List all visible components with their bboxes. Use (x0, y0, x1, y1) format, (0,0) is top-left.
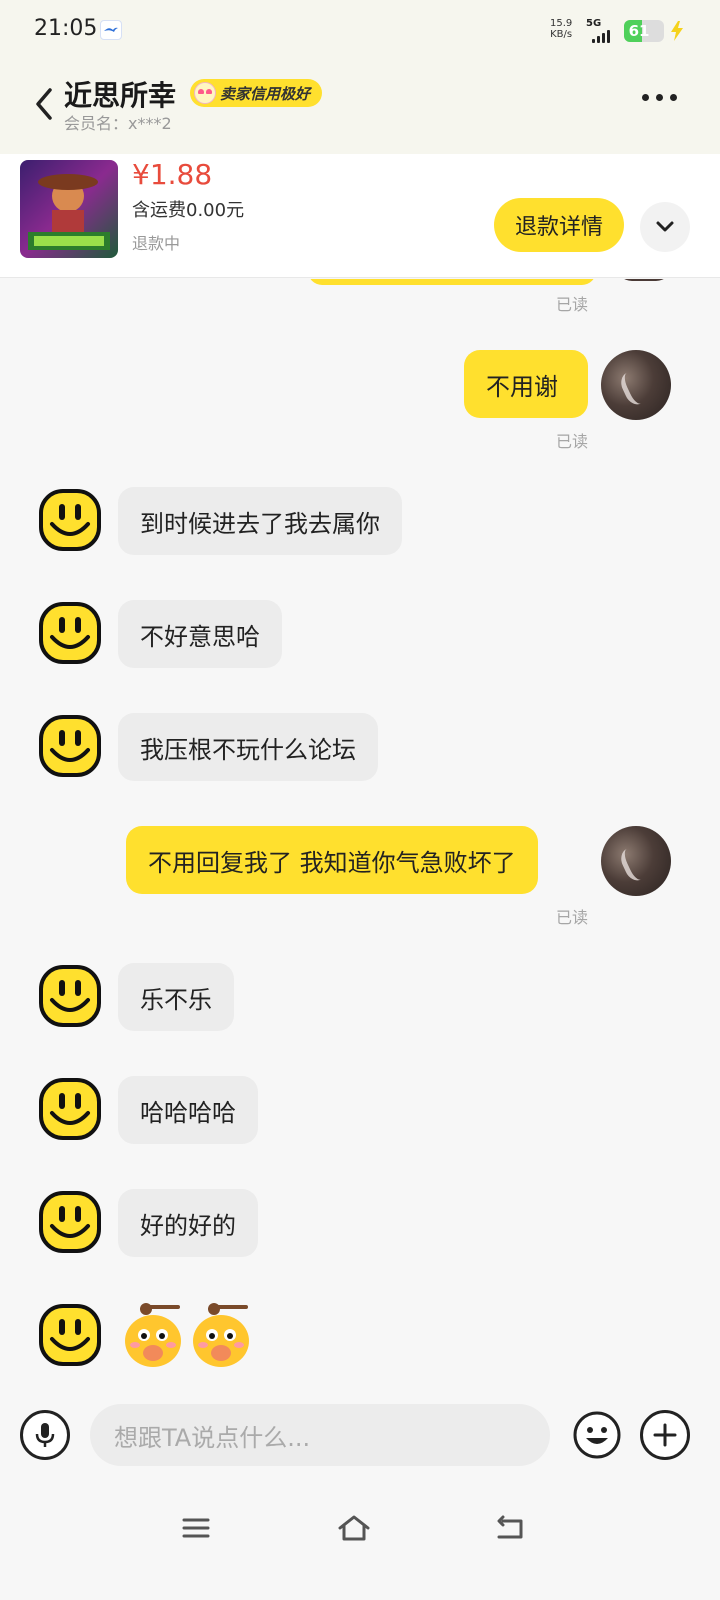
seller-avatar[interactable] (38, 601, 102, 665)
heart-eyes-icon (194, 82, 216, 104)
order-status: 退款中 (132, 234, 181, 253)
menu-icon (182, 1518, 210, 1538)
message-bubble-received[interactable]: 好的好的 (118, 1189, 258, 1257)
credit-badge-label: 卖家信用极好 (220, 84, 311, 103)
my-avatar[interactable] (601, 826, 671, 896)
shy-salute-emoji-icon[interactable] (190, 1301, 252, 1371)
nav-menu-button[interactable] (176, 1508, 216, 1548)
status-time: 21:05 (34, 16, 98, 41)
charging-icon (671, 21, 683, 41)
member-name: 会员名：x***2 (64, 114, 172, 133)
read-receipt: 已读 (556, 432, 589, 451)
home-icon (338, 1515, 370, 1541)
expand-button[interactable] (640, 202, 690, 252)
seller-avatar[interactable] (38, 488, 102, 552)
notification-app-icon (100, 20, 122, 40)
back-icon (497, 1515, 523, 1539)
product-price: ¥1.88 (132, 158, 213, 191)
message-bubble-sent[interactable]: 不用谢 (464, 350, 588, 418)
product-card[interactable]: ¥1.88 含运费0.00元 退款中 退款详情 (0, 154, 720, 278)
seller-avatar[interactable] (38, 1190, 102, 1254)
status-bar: 21:05 15.9 KB/s 5G 61 (0, 0, 720, 62)
chat-header: 近思所幸 卖家信用极好 会员名：x***2 (0, 62, 720, 154)
message-bubble-sent[interactable]: 不用回复我了 我知道你气急败坏了 (126, 826, 538, 894)
battery-level: 61 (628, 22, 650, 40)
message-bubble-received[interactable]: 我压根不玩什么论坛 (118, 713, 378, 781)
shy-salute-emoji-icon[interactable] (122, 1301, 184, 1371)
seller-avatar[interactable] (38, 964, 102, 1028)
battery-icon: 61 (624, 20, 664, 42)
message-bubble-received[interactable]: 哈哈哈哈 (118, 1076, 258, 1144)
plus-button[interactable] (640, 1410, 690, 1460)
more-icon[interactable] (642, 94, 677, 101)
back-arrow-icon[interactable] (30, 84, 56, 124)
voice-button[interactable] (20, 1410, 70, 1460)
seller-avatar[interactable] (38, 714, 102, 778)
my-avatar[interactable] (616, 279, 672, 281)
nav-back-button[interactable] (490, 1508, 530, 1548)
credit-badge: 卖家信用极好 (190, 79, 323, 107)
read-receipt: 已读 (556, 908, 589, 927)
message-bubble-received[interactable]: 到时候进去了我去属你 (118, 487, 402, 555)
plus-icon (653, 1423, 677, 1447)
system-nav-bar (0, 1480, 720, 1600)
signal-icon (592, 30, 610, 43)
product-shipping: 含运费0.00元 (132, 200, 245, 221)
chevron-down-icon (656, 221, 674, 232)
product-thumbnail[interactable] (20, 160, 118, 258)
seller-avatar[interactable] (38, 1303, 102, 1367)
message-bubble-received[interactable]: 乐不乐 (118, 963, 234, 1031)
message-input[interactable]: 想跟TA说点什么... (90, 1404, 550, 1466)
read-receipt: 已读 (556, 295, 589, 314)
network-speed: 15.9 KB/s (550, 18, 573, 40)
emoji-icon[interactable] (572, 1410, 622, 1460)
microphone-icon (35, 1423, 55, 1447)
message-bubble-received[interactable]: 不好意思哈 (118, 600, 282, 668)
my-avatar[interactable] (601, 350, 671, 420)
network-type: 5G (586, 18, 602, 29)
message-input-bar: 想跟TA说点什么... (0, 1400, 720, 1470)
chat-messages[interactable]: 已读 不用谢 已读 到时候进去了我去属你 不好意思哈 我压根不玩什么论坛 不用回… (0, 279, 720, 1409)
message-bubble-partial[interactable] (308, 279, 596, 285)
nav-home-button[interactable] (334, 1508, 374, 1548)
seller-name: 近思所幸 (64, 79, 177, 112)
seller-avatar[interactable] (38, 1077, 102, 1141)
refund-details-button[interactable]: 退款详情 (494, 198, 624, 252)
